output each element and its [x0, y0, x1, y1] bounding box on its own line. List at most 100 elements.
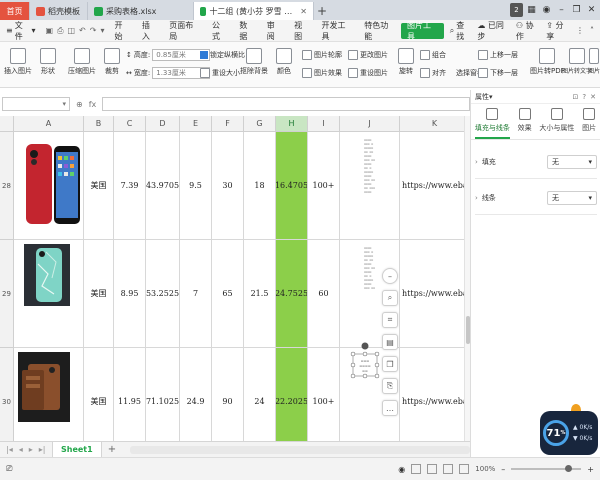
table-cell[interactable]: 21.5 [244, 240, 276, 348]
table-cell[interactable]: 美国 [84, 240, 114, 348]
remove-background-button[interactable]: 抠除背景 [240, 48, 268, 76]
zoom-in-icon[interactable]: + [587, 465, 594, 474]
menu-picture-tools[interactable]: 图片工具 [400, 21, 444, 41]
reset-image-button[interactable]: 重设图片 [348, 68, 388, 78]
table-cell[interactable]: 美国 [84, 348, 114, 441]
help-icon[interactable]: ? [582, 93, 586, 101]
chevron-down-icon[interactable]: ▾ [100, 26, 104, 36]
reading-view-button[interactable] [459, 464, 470, 474]
window-count-badge[interactable]: 2 [510, 3, 523, 17]
formula-input[interactable] [102, 97, 470, 111]
menu-review[interactable]: 审阅 [261, 20, 288, 42]
row-header[interactable]: 30 [0, 348, 14, 441]
column-header[interactable]: G [244, 116, 276, 132]
fx-icon[interactable]: fx [89, 100, 97, 109]
column-header[interactable]: A [14, 116, 84, 132]
table-cell-highlighted[interactable]: 24.7525 [276, 240, 308, 348]
image-effect-button[interactable]: 图片效果 [302, 68, 342, 78]
compress-button[interactable]: 压缩图片 [68, 48, 96, 76]
column-header[interactable]: K [400, 116, 464, 132]
table-cell[interactable]: 71.1025 [146, 348, 180, 441]
table-cell[interactable]: 美国 [84, 132, 114, 240]
normal-view-button[interactable] [411, 464, 422, 474]
zoom-slider[interactable] [511, 465, 582, 472]
table-cell-highlighted[interactable]: 16.4705 [276, 132, 308, 240]
avatar[interactable]: ◉ [540, 3, 553, 17]
menu-home[interactable]: 开始 [108, 20, 135, 42]
tab-home[interactable]: 首页 [0, 2, 30, 20]
close-icon[interactable]: ✕ [590, 93, 596, 101]
align-button[interactable]: 对齐 [420, 68, 446, 78]
table-cell[interactable]: 18 [244, 132, 276, 240]
column-header[interactable]: J [340, 116, 400, 132]
table-cell[interactable]: 53.2525 [146, 240, 180, 348]
color-button[interactable]: 颜色 [276, 48, 292, 76]
fill-select[interactable]: 无 ▾ [547, 155, 597, 169]
undo-icon[interactable]: ↶ [79, 26, 86, 36]
shape-button[interactable]: 形状 [40, 48, 56, 76]
table-cell[interactable]: 24.9 [180, 348, 212, 441]
column-header[interactable]: B [84, 116, 114, 132]
macro-icon[interactable]: ⎚ [6, 464, 12, 474]
product-image-phone-case[interactable] [24, 142, 82, 228]
table-cell-link[interactable]: https://www.ebay. [400, 132, 464, 240]
tab-purchase-sheet[interactable]: 采购表格.xlsx [88, 2, 194, 20]
table-cell[interactable]: 100+ [308, 132, 340, 240]
redo-icon[interactable]: ↷ [90, 26, 97, 36]
share-button[interactable]: ⇪ 分享 [546, 20, 570, 42]
next-sheet-icon[interactable]: ▸ [29, 445, 33, 454]
column-header[interactable]: I [308, 116, 340, 132]
sheet-tab-active[interactable]: Sheet1 [52, 441, 102, 458]
table-cell[interactable]: 60 [308, 240, 340, 348]
change-image-button[interactable]: 更改图片 [348, 50, 388, 60]
bring-forward-button[interactable]: 上移一层 [478, 50, 518, 60]
pin-icon[interactable]: ⊡ [573, 93, 579, 101]
collapse-icon[interactable]: – [382, 268, 398, 284]
table-cell-highlighted[interactable]: 22.2025 [276, 348, 308, 441]
page-break-view-button[interactable] [443, 464, 454, 474]
rotate-button[interactable]: 旋转 [398, 48, 414, 76]
save-icon[interactable]: ▣ [46, 26, 54, 36]
menu-formula[interactable]: 公式 [206, 20, 233, 42]
tab-effects[interactable]: 效果 [518, 108, 532, 139]
layout-icon[interactable]: ▦ [525, 3, 538, 17]
copy-icon[interactable]: ❐ [382, 356, 398, 372]
table-cell[interactable]: 30 [212, 132, 244, 240]
file-menu[interactable]: ≡ 文件 ▾ [0, 20, 42, 42]
image-print-button[interactable]: 图片 [588, 48, 600, 75]
close-tab-icon[interactable]: ✕ [300, 7, 307, 16]
chevron-right-icon[interactable]: › [475, 158, 478, 166]
sync-status[interactable]: ☁ 已同步 [477, 20, 510, 42]
add-sheet-button[interactable]: + [102, 444, 122, 455]
zoom-slider-knob[interactable] [565, 465, 573, 472]
image-outline-button[interactable]: 图片轮廓 [302, 50, 342, 60]
chevron-right-icon[interactable]: › [475, 194, 478, 202]
speed-widget[interactable]: 71% ▲ 0K/s ▼ 0K/s [540, 411, 598, 455]
column-header[interactable]: F [212, 116, 244, 132]
zoom-picture-icon[interactable]: ⌕ [382, 290, 398, 306]
image-to-pdf-button[interactable]: 图片转PDF [530, 48, 565, 76]
tab-fill-and-line[interactable]: 填充与线条 [474, 108, 510, 139]
tab-templates[interactable]: 稻壳模板 [30, 2, 88, 20]
chevron-up-icon[interactable]: ˄ [590, 26, 594, 35]
tab-group-sheet[interactable]: 十二组 (黄小芬 罗雪 刘成阳) .xlsx ✕ [194, 2, 314, 20]
layout-options-icon[interactable]: ▤ [382, 334, 398, 350]
menu-data[interactable]: 数据 [233, 20, 260, 42]
line-select[interactable]: 无 ▾ [547, 191, 597, 205]
tab-size-and-properties[interactable]: 大小与属性 [539, 108, 574, 139]
menu-insert[interactable]: 插入 [136, 20, 163, 42]
eye-protection-icon[interactable]: ◉ [398, 465, 405, 474]
table-cell[interactable]: 43.9705 [146, 132, 180, 240]
insert-image-button[interactable]: 插入图片 [4, 48, 32, 76]
column-header[interactable]: D [146, 116, 180, 132]
zoom-formula-icon[interactable]: ⊕ [76, 100, 83, 109]
page-layout-view-button[interactable] [427, 464, 438, 474]
row-header[interactable]: 29 [0, 240, 14, 348]
crop-icon[interactable]: ⌗ [382, 312, 398, 328]
more-icon[interactable]: … [382, 400, 398, 416]
column-header[interactable]: C [114, 116, 146, 132]
menu-page-layout[interactable]: 页面布局 [163, 20, 206, 42]
lock-ratio-checkbox[interactable]: 锁定纵横比 [200, 50, 245, 60]
product-image-marble-case[interactable] [24, 244, 70, 306]
menu-view[interactable]: 视图 [288, 20, 315, 42]
